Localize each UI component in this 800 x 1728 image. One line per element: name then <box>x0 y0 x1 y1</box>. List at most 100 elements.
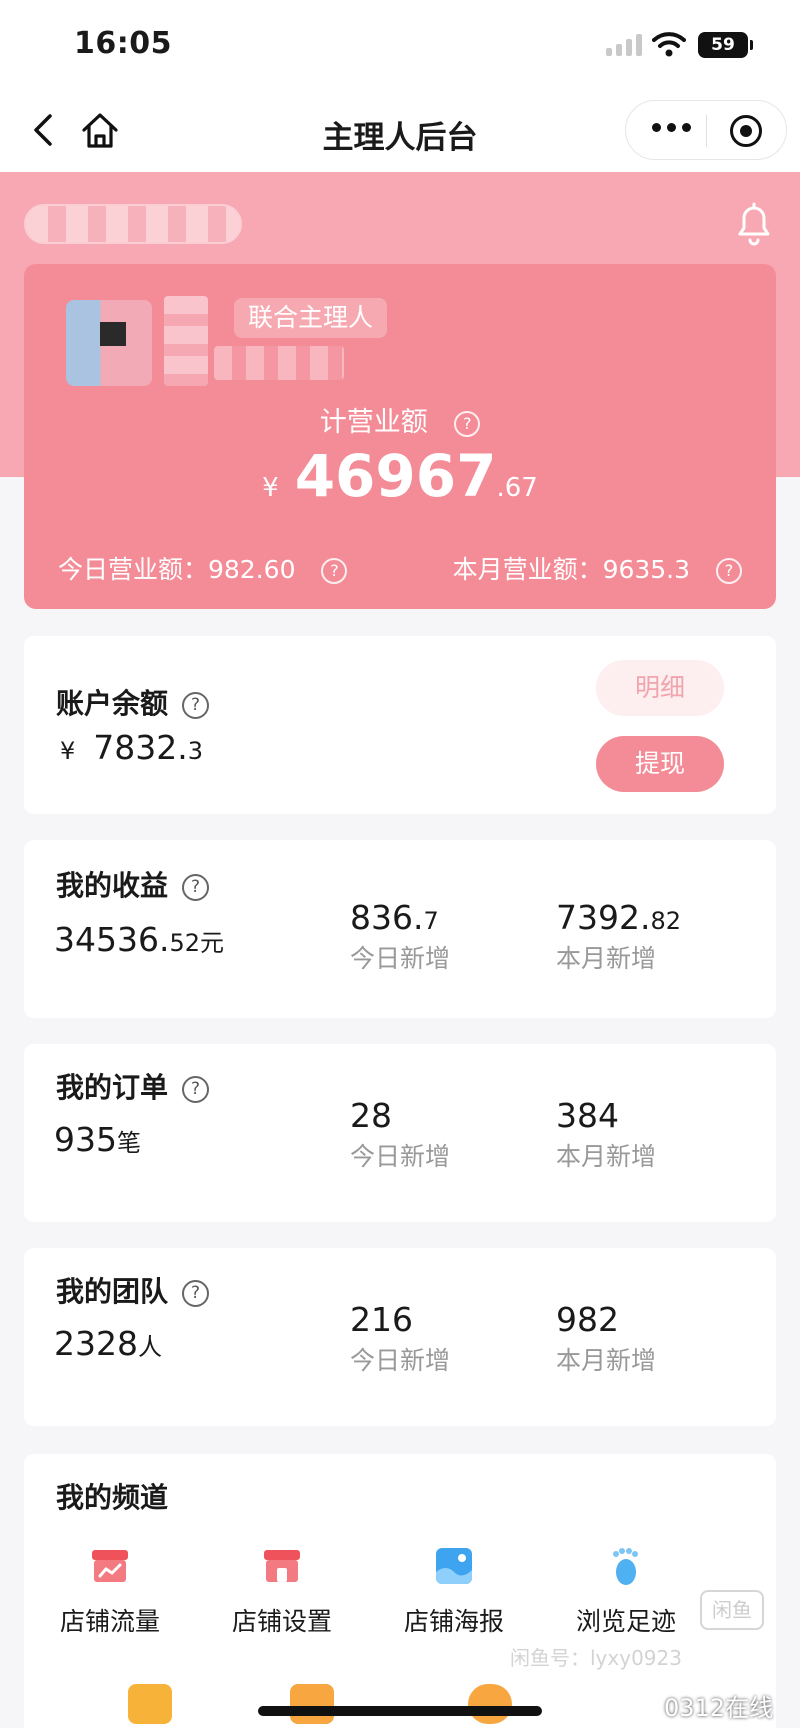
battery-icon: 59 <box>698 32 748 58</box>
currency-symbol: ¥ <box>262 473 279 503</box>
channel-item-store-traffic[interactable]: 店铺流量 <box>24 1544 196 1638</box>
help-icon[interactable]: ? <box>182 1279 210 1307</box>
channel-label: 店铺设置 <box>231 1607 332 1636</box>
orders-total-value: 935 <box>54 1120 117 1159</box>
username-blurred <box>164 296 208 386</box>
wifi-icon <box>652 32 686 57</box>
poster-icon <box>436 1548 472 1584</box>
close-mini-program-icon[interactable] <box>730 115 762 147</box>
watermark-text: 闲鱼号：lyxy0923 <box>510 1646 682 1670</box>
nav-bar: 主理人后台 <box>0 90 800 172</box>
orders-month-label: 本月新增 <box>556 1142 657 1171</box>
store-settings-icon <box>264 1550 300 1582</box>
cellular-signal-icon <box>606 34 642 56</box>
earnings-today-label: 今日新增 <box>350 944 451 973</box>
channel-item-store-settings[interactable]: 店铺设置 <box>196 1544 368 1638</box>
store-name-blurred[interactable] <box>24 204 242 244</box>
help-icon[interactable]: ? <box>321 558 348 584</box>
total-revenue-dec: .67 <box>496 473 538 503</box>
team-month-label: 本月新增 <box>556 1346 657 1375</box>
crown-icon[interactable] <box>128 1684 172 1724</box>
team-month: 982 本月新增 <box>556 1300 656 1377</box>
team-unit: 人 <box>137 1333 162 1361</box>
more-icon[interactable] <box>652 123 691 132</box>
channel-label: 浏览足迹 <box>575 1607 676 1636</box>
team-today: 216 今日新增 <box>350 1300 450 1377</box>
balance-dec: 3 <box>187 737 204 765</box>
channel-label: 店铺海报 <box>403 1607 504 1636</box>
footprint-icon <box>613 1548 638 1585</box>
help-icon[interactable]: ? <box>454 410 481 437</box>
orders-month: 384 本月新增 <box>556 1096 656 1173</box>
avatar <box>66 300 152 386</box>
account-balance-card: 账户余额? ¥7832.3 明细 提现 <box>24 636 776 814</box>
total-revenue-int: 46967 <box>294 442 497 510</box>
team-title: 我的团队? <box>56 1270 210 1310</box>
currency-symbol: ¥ <box>60 737 76 765</box>
month-revenue: 本月营业额：9635.3 ? <box>453 550 742 586</box>
orders-today: 28 今日新增 <box>350 1096 450 1173</box>
mini-program-capsule <box>625 100 787 160</box>
channels-grid: 店铺流量 店铺设置 店铺海报 浏览足迹 <box>24 1544 776 1638</box>
month-revenue-text: 本月营业额：9635.3 <box>452 555 691 584</box>
channels-card: 我的频道 店铺流量 店铺设置 店铺海报 浏览足迹 <box>24 1454 776 1728</box>
battery-tip <box>750 40 753 50</box>
channels-title: 我的频道 <box>56 1481 169 1514</box>
orders-title-text: 我的订单 <box>56 1071 169 1104</box>
earnings-month-int: 7392. <box>556 898 651 937</box>
team-today-value: 216 <box>350 1300 413 1339</box>
today-revenue: 今日营业额：982.60 ? <box>58 550 348 586</box>
team-card[interactable]: 我的团队? 2328人 216 今日新增 982 本月新增 <box>24 1248 776 1426</box>
revenue-card: 联合主理人 计营业额 ? ¥46967.67 今日营业额：982.60 ? 本月… <box>24 264 776 609</box>
team-total-value: 2328 <box>54 1324 138 1363</box>
earnings-today-int: 836. <box>350 898 424 937</box>
orders-today-label: 今日新增 <box>350 1142 451 1171</box>
earnings-total-int: 34536. <box>54 920 170 959</box>
orders-unit: 笔 <box>117 1129 141 1157</box>
subtitle-blurred <box>214 346 344 380</box>
channel-item-footprint[interactable]: 浏览足迹 <box>540 1544 712 1638</box>
orders-month-value: 384 <box>556 1096 619 1135</box>
orders-title: 我的订单? <box>56 1066 210 1106</box>
orders-card[interactable]: 我的订单? 935笔 28 今日新增 384 本月新增 <box>24 1044 776 1222</box>
channel-icon-partial[interactable] <box>468 1684 512 1724</box>
total-revenue-value: ¥46967.67 <box>24 442 776 510</box>
withdraw-button[interactable]: 提现 <box>596 736 724 792</box>
team-today-label: 今日新增 <box>350 1346 451 1375</box>
help-icon[interactable]: ? <box>182 873 210 901</box>
help-icon[interactable]: ? <box>182 1075 210 1103</box>
earnings-card[interactable]: 我的收益? 34536.52元 836.7 今日新增 7392.82 本月新增 <box>24 840 776 1018</box>
team-title-text: 我的团队 <box>56 1275 169 1308</box>
channel-item-store-poster[interactable]: 店铺海报 <box>368 1544 540 1638</box>
today-revenue-text: 今日营业额：982.60 <box>58 555 296 584</box>
status-bar: 16:05 59 <box>0 0 800 90</box>
help-icon[interactable]: ? <box>716 558 742 584</box>
status-time: 16:05 <box>74 26 172 61</box>
total-revenue-label-text: 计营业额 <box>319 407 428 438</box>
help-icon[interactable]: ? <box>182 691 210 719</box>
team-total: 2328人 <box>54 1324 162 1363</box>
earnings-total: 34536.52元 <box>54 920 224 959</box>
earnings-today: 836.7 今日新增 <box>350 898 450 975</box>
bell-icon[interactable] <box>730 198 778 248</box>
team-month-value: 982 <box>556 1300 619 1339</box>
earnings-month-dec: 82 <box>650 907 682 935</box>
account-balance-title: 账户余额? <box>56 682 210 722</box>
orders-total: 935笔 <box>54 1120 141 1159</box>
orders-today-value: 28 <box>350 1096 392 1135</box>
role-badge: 联合主理人 <box>234 298 388 338</box>
home-indicator[interactable] <box>258 1706 542 1716</box>
earnings-total-dec: 52元 <box>169 929 225 957</box>
balance-int: 7832. <box>93 728 188 767</box>
capsule-divider <box>706 115 707 147</box>
earnings-month-label: 本月新增 <box>556 944 657 973</box>
account-balance-title-text: 账户余额 <box>56 687 169 720</box>
earnings-title-text: 我的收益 <box>56 869 169 902</box>
detail-button[interactable]: 明细 <box>596 660 724 716</box>
earnings-today-dec: 7 <box>423 907 439 935</box>
earnings-month: 7392.82 本月新增 <box>556 898 681 975</box>
watermark-logo: 闲鱼 <box>700 1590 764 1630</box>
watermark-text: 0312在线 <box>664 1694 774 1722</box>
channel-label: 店铺流量 <box>59 1607 160 1636</box>
channel-icon-partial[interactable] <box>290 1684 334 1724</box>
